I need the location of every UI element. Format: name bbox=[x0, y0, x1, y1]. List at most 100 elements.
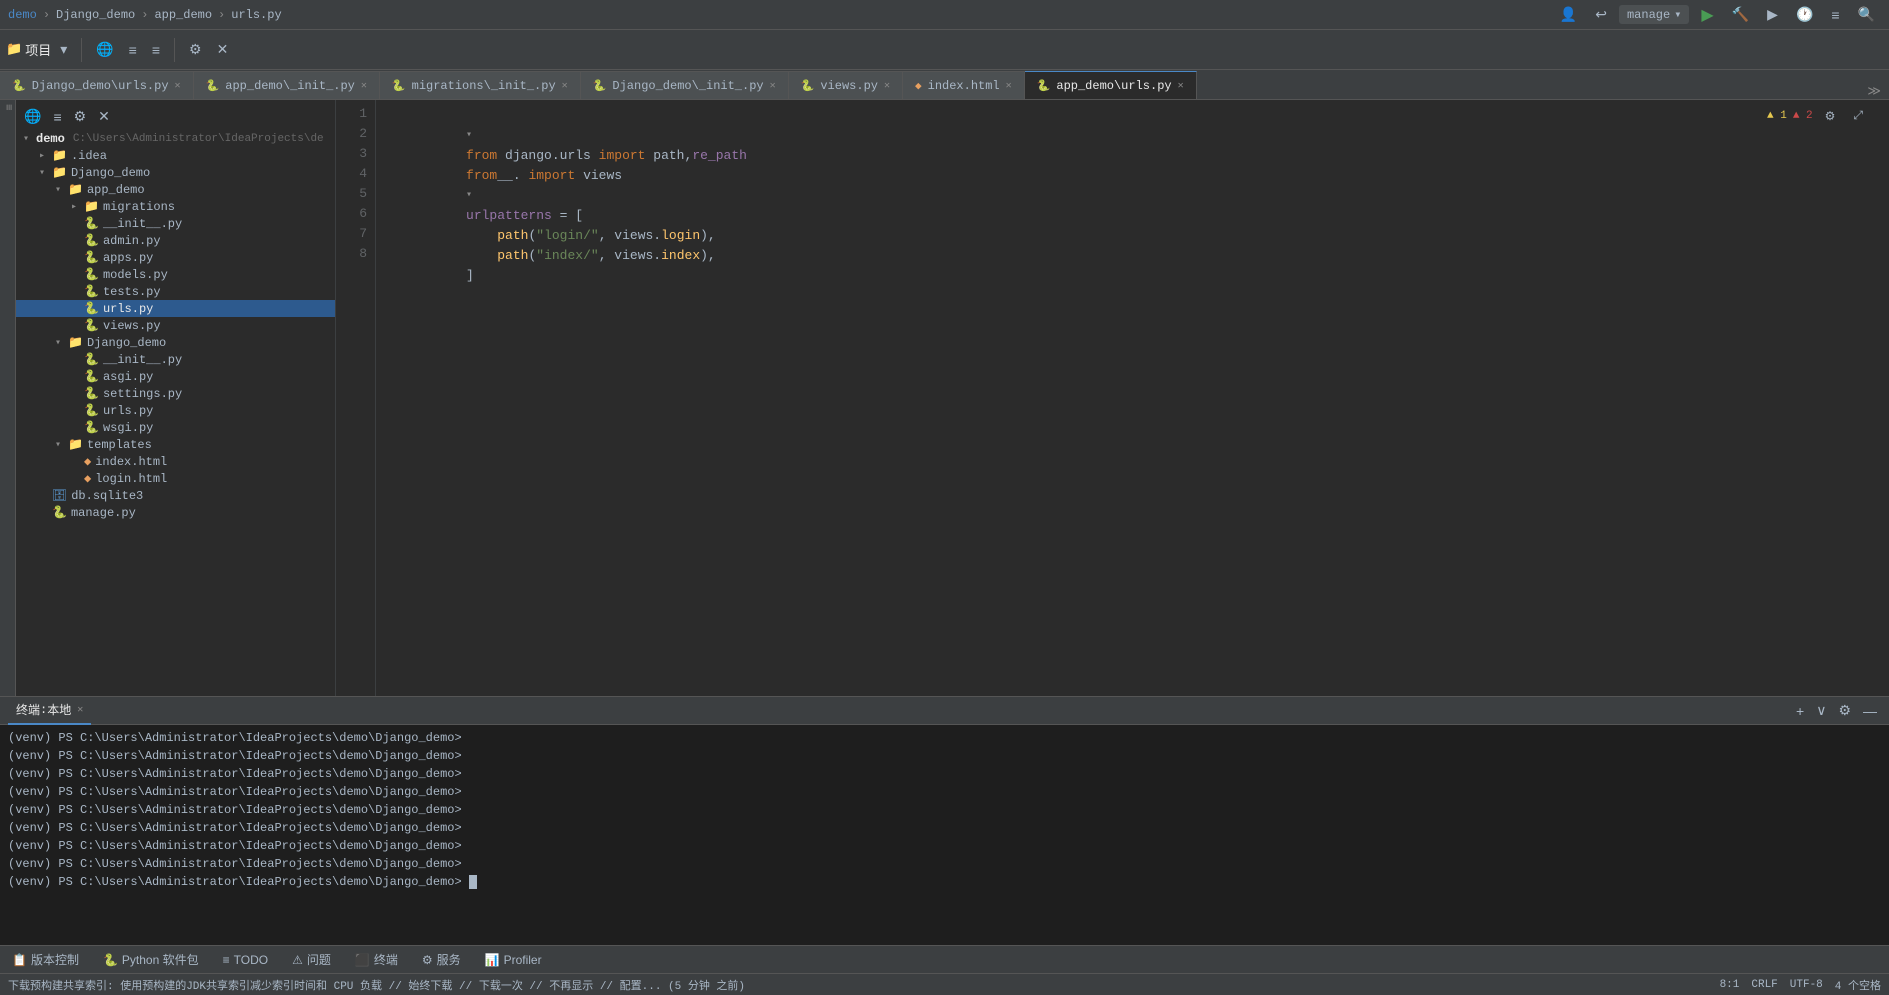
tab-django-urls[interactable]: 🐍 Django_demo\urls.py ✕ bbox=[0, 71, 194, 99]
sidebar-expand-btn[interactable]: 🌐 bbox=[20, 106, 45, 127]
tree-login-html[interactable]: ▸ ◆ login.html bbox=[16, 470, 335, 487]
profile-button[interactable]: 🕐 bbox=[1790, 2, 1819, 27]
folder-icon-django-sub: 📁 bbox=[68, 335, 83, 350]
tab-django-init[interactable]: 🐍 Django_demo\_init_.py ✕ bbox=[581, 71, 789, 99]
tree-idea[interactable]: ▸ 📁 .idea bbox=[16, 147, 335, 164]
vcs-icon: 📋 bbox=[12, 953, 27, 967]
tab-close-migrations[interactable]: ✕ bbox=[562, 80, 568, 92]
user-icon[interactable]: 👤 bbox=[1554, 2, 1583, 27]
more-run-button[interactable]: ≡ bbox=[1825, 3, 1845, 27]
tree-app-init[interactable]: ▸ 🐍 __init__.py bbox=[16, 215, 335, 232]
tree-label-app: app_demo bbox=[87, 183, 145, 197]
terminal-tab-close-icon[interactable]: ✕ bbox=[77, 704, 83, 716]
tab-migrations-init[interactable]: 🐍 migrations\_init_.py ✕ bbox=[380, 71, 581, 99]
tab-overflow-btn[interactable]: ≫ bbox=[1859, 84, 1889, 99]
tree-views-app[interactable]: ▸ 🐍 views.py bbox=[16, 317, 335, 334]
tab-close-app-urls[interactable]: ✕ bbox=[1178, 80, 1184, 92]
tab-app-urls[interactable]: 🐍 app_demo\urls.py ✕ bbox=[1025, 71, 1197, 99]
breadcrumb-django[interactable]: Django_demo bbox=[56, 8, 135, 22]
py-icon-dj-init: 🐍 bbox=[84, 352, 99, 367]
tab-app-init[interactable]: 🐍 app_demo\_init_.py ✕ bbox=[194, 71, 380, 99]
terminal-tab-local[interactable]: 终端: 本地 ✕ bbox=[8, 697, 91, 725]
status-encoding[interactable]: UTF-8 bbox=[1790, 979, 1823, 991]
nav-bookmark-btn[interactable]: ≡ bbox=[146, 38, 166, 62]
term-line-1: (venv) PS C:\Users\Administrator\IdeaPro… bbox=[8, 729, 1881, 747]
run-config-selector[interactable]: manage ▾ bbox=[1619, 5, 1689, 24]
sidebar-settings-btn[interactable]: ⚙ bbox=[70, 106, 91, 127]
terminal-chevron-btn[interactable]: ∨ bbox=[1812, 700, 1830, 721]
terminal-settings-btn[interactable]: ⚙ bbox=[1834, 700, 1855, 721]
breadcrumb-app[interactable]: app_demo bbox=[154, 8, 212, 22]
error-badge[interactable]: ▲ 2 bbox=[1793, 110, 1813, 122]
vcs-label: 版本控制 bbox=[31, 951, 79, 968]
tree-index-html[interactable]: ▸ ◆ index.html bbox=[16, 453, 335, 470]
status-position[interactable]: 8:1 bbox=[1720, 979, 1740, 991]
close-btn[interactable]: ✕ bbox=[211, 37, 235, 62]
tree-admin[interactable]: ▸ 🐍 admin.py bbox=[16, 232, 335, 249]
tree-apps[interactable]: ▸ 🐍 apps.py bbox=[16, 249, 335, 266]
tree-manage[interactable]: ▸ 🐍 manage.py bbox=[16, 504, 335, 521]
editor-settings-btn[interactable]: ⚙ bbox=[1819, 105, 1842, 127]
tab-close-index-html[interactable]: ✕ bbox=[1006, 80, 1012, 92]
status-right: 8:1 CRLF UTF-8 4 个空格 bbox=[1720, 977, 1881, 993]
tree-dj-urls[interactable]: ▸ 🐍 urls.py bbox=[16, 402, 335, 419]
tree-label-admin: admin.py bbox=[103, 234, 161, 248]
version-control-btn[interactable]: 📋 版本控制 bbox=[8, 949, 83, 970]
code-editor[interactable]: ▾ from django.urls import path,re_path ▾… bbox=[376, 100, 1889, 696]
line-num-1: 1 bbox=[336, 104, 367, 124]
terminal-hide-btn[interactable]: — bbox=[1859, 700, 1881, 721]
editor-expand-btn[interactable]: ⤢ bbox=[1847, 104, 1869, 127]
activity-icon-1[interactable]: ≡ bbox=[2, 104, 14, 111]
tree-templates[interactable]: ▾ 📁 templates bbox=[16, 436, 335, 453]
terminal-btn[interactable]: ⬛ 终端 bbox=[351, 949, 402, 970]
tree-urls-selected[interactable]: ▸ 🐍 urls.py bbox=[16, 300, 335, 317]
tab-index-html[interactable]: ◆ index.html ✕ bbox=[903, 71, 1025, 99]
project-section: 📁 项目 ▾ bbox=[6, 37, 73, 62]
tab-close-views[interactable]: ✕ bbox=[884, 80, 890, 92]
tree-django-demo-sub[interactable]: ▾ 📁 Django_demo bbox=[16, 334, 335, 351]
tree-migrations[interactable]: ▸ 📁 migrations bbox=[16, 198, 335, 215]
tree-asgi[interactable]: ▸ 🐍 asgi.py bbox=[16, 368, 335, 385]
term-line-8: (venv) PS C:\Users\Administrator\IdeaPro… bbox=[8, 855, 1881, 873]
warning-badge[interactable]: ▲ 1 bbox=[1767, 110, 1787, 122]
tree-django-demo[interactable]: ▾ 📁 Django_demo bbox=[16, 164, 335, 181]
sidebar-collapse-btn[interactable]: ≡ bbox=[49, 107, 65, 127]
code-line-6: ▾ path("index/", views.index), bbox=[388, 204, 1889, 224]
tree-wsgi[interactable]: ▸ 🐍 wsgi.py bbox=[16, 419, 335, 436]
tree-root-demo[interactable]: ▾ demo C:\Users\Administrator\IdeaProjec… bbox=[16, 131, 335, 147]
status-indent[interactable]: 4 个空格 bbox=[1835, 977, 1881, 993]
breadcrumb-demo[interactable]: demo bbox=[8, 8, 37, 22]
tree-db-sqlite[interactable]: ▸ 🗄 db.sqlite3 bbox=[16, 487, 335, 504]
sidebar-close-btn[interactable]: ✕ bbox=[94, 106, 114, 127]
tab-close-django-init[interactable]: ✕ bbox=[770, 80, 776, 92]
search-button[interactable]: 🔍 bbox=[1852, 2, 1881, 27]
tree-tests[interactable]: ▸ 🐍 tests.py bbox=[16, 283, 335, 300]
nav-structure-btn[interactable]: ≡ bbox=[123, 38, 143, 62]
tree-label-index-html: index.html bbox=[95, 455, 167, 469]
python-packages-btn[interactable]: 🐍 Python 软件包 bbox=[99, 949, 203, 970]
tab-views[interactable]: 🐍 views.py ✕ bbox=[789, 71, 903, 99]
todo-btn[interactable]: ≡ TODO bbox=[219, 951, 272, 969]
editor-content: 1 2 3 4 5 6 7 8 ▾ from django.urls impor… bbox=[336, 100, 1889, 696]
settings-btn[interactable]: ⚙ bbox=[183, 37, 208, 62]
breadcrumb-file[interactable]: urls.py bbox=[231, 8, 281, 22]
problems-btn[interactable]: ⚠ 问题 bbox=[288, 949, 335, 970]
editor-area: 1 2 3 4 5 6 7 8 ▾ from django.urls impor… bbox=[336, 100, 1889, 696]
build-button[interactable]: 🔨 bbox=[1726, 2, 1755, 27]
tree-app-demo[interactable]: ▾ 📁 app_demo bbox=[16, 181, 335, 198]
status-line-sep[interactable]: CRLF bbox=[1751, 979, 1777, 991]
services-btn[interactable]: ⚙ 服务 bbox=[418, 949, 465, 970]
terminal-output[interactable]: (venv) PS C:\Users\Administrator\IdeaPro… bbox=[0, 725, 1889, 945]
tree-dj-init[interactable]: ▸ 🐍 __init__.py bbox=[16, 351, 335, 368]
tree-models[interactable]: ▸ 🐍 models.py bbox=[16, 266, 335, 283]
coverage-button[interactable]: ▶ bbox=[1761, 2, 1784, 27]
nav-browser-btn[interactable]: 🌐 bbox=[90, 37, 119, 62]
terminal-add-btn[interactable]: + bbox=[1792, 700, 1808, 721]
tree-settings[interactable]: ▸ 🐍 settings.py bbox=[16, 385, 335, 402]
project-chevron[interactable]: ▾ bbox=[54, 37, 73, 62]
vcs-icon[interactable]: ↩ bbox=[1589, 2, 1613, 27]
tab-close-django-urls[interactable]: ✕ bbox=[175, 80, 181, 92]
profiler-btn[interactable]: 📊 Profiler bbox=[481, 951, 546, 969]
run-button[interactable]: ▶ bbox=[1695, 1, 1719, 29]
tab-close-app-init[interactable]: ✕ bbox=[361, 80, 367, 92]
